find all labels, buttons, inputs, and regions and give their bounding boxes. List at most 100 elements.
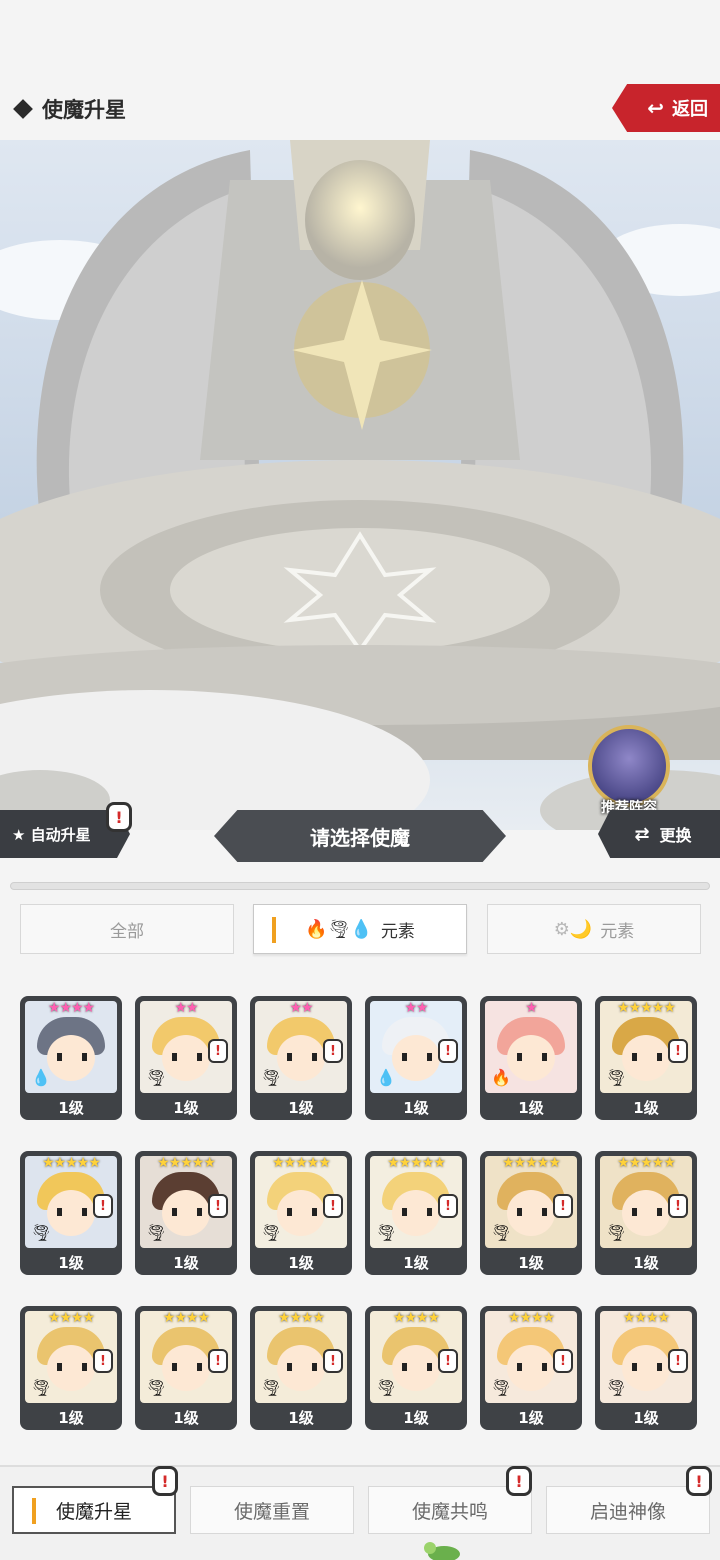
portrait-eyes — [517, 1363, 547, 1371]
level-label: 1级 — [173, 1254, 199, 1272]
familiar-card[interactable]: ★★★★★ 🌪! 1级 — [365, 1151, 467, 1275]
portrait-eyes — [632, 1208, 662, 1216]
alert-badge: ! — [208, 1039, 228, 1063]
star-rating: ★★★★ — [392, 1311, 440, 1326]
level-label: 1级 — [633, 1099, 659, 1117]
familiar-portrait: ★★★★ 🌪! — [140, 1311, 232, 1403]
portrait-eyes — [57, 1208, 87, 1216]
familiar-portrait: ★★★★★ 🌪! — [25, 1156, 117, 1248]
portrait-eyes — [172, 1208, 202, 1216]
alert-badge: ! — [438, 1039, 458, 1063]
element-icon: 🌪 — [491, 1378, 512, 1397]
familiar-card[interactable]: ★★★★ 🌪! 1级 — [135, 1306, 237, 1430]
familiar-card[interactable]: ★★★★ 🌪! 1级 — [480, 1306, 582, 1430]
statue-scene: 推荐阵容 — [0, 140, 720, 830]
familiar-card[interactable]: ★★★★★ 🌪! 1级 — [135, 1151, 237, 1275]
star-rating: ★★★★★ — [617, 1156, 676, 1171]
familiar-card[interactable]: ★★★★ 🌪! 1级 — [365, 1306, 467, 1430]
familiar-card[interactable]: ★★★★ 🌪! 1级 — [20, 1306, 122, 1430]
star-rating: ★★★★★ — [617, 1001, 676, 1016]
familiar-portrait: ★★★★ 🌪! — [600, 1311, 692, 1403]
level-label: 1级 — [288, 1409, 314, 1427]
familiar-portrait: ★★★★ 🌪! — [485, 1311, 577, 1403]
filter-element-secondary[interactable]: ⚙🌙 元素 — [487, 904, 701, 954]
familiar-portrait: ★★★★★ 🌪! — [600, 1156, 692, 1248]
element-icon: 🌪 — [261, 1068, 282, 1087]
swap-label: 更换 — [659, 826, 692, 845]
alert-badge: ! — [668, 1039, 688, 1063]
element-icon: 🌪 — [261, 1378, 282, 1397]
familiar-card[interactable]: ★★★★ 🌪! 1级 — [250, 1306, 352, 1430]
alert-badge: ! — [323, 1039, 343, 1063]
familiar-portrait: ★ 🔥 — [485, 1001, 577, 1093]
alert-badge: ! — [668, 1194, 688, 1218]
star-rating: ★★★★★ — [157, 1156, 216, 1171]
filter-element-primary[interactable]: 🔥🌪💧 元素 — [253, 904, 467, 954]
element-icon: 🌪 — [606, 1068, 627, 1087]
alert-badge: ! — [93, 1194, 113, 1218]
portrait-eyes — [402, 1208, 432, 1216]
level-label: 1级 — [518, 1099, 544, 1117]
team-silhouette-icon — [588, 725, 670, 807]
filter-all-label: 全部 — [110, 921, 144, 942]
familiar-portrait: ★★★★★ 🌪! — [255, 1156, 347, 1248]
element-icon: 🌪 — [376, 1223, 397, 1242]
familiar-card[interactable]: ★★★★★ 🌪! 1级 — [20, 1151, 122, 1275]
element-icon: 🌪 — [31, 1223, 52, 1242]
alert-badge: ! — [438, 1349, 458, 1373]
filter-all[interactable]: 全部 — [20, 904, 234, 954]
alert-badge: ! — [553, 1349, 573, 1373]
alert-badge: ! — [323, 1349, 343, 1373]
portrait-eyes — [57, 1053, 87, 1061]
back-button[interactable]: ↩ 返回 — [612, 84, 720, 132]
star-rating: ★★★★ — [507, 1311, 555, 1326]
portrait-eyes — [287, 1363, 317, 1371]
active-indicator — [32, 1498, 36, 1524]
portrait-eyes — [517, 1053, 547, 1061]
level-label: 1级 — [58, 1099, 84, 1117]
tab-familiar-reset[interactable]: 使魔重置 — [190, 1486, 354, 1534]
return-arrow-icon: ↩ — [647, 96, 664, 120]
level-label: 1级 — [518, 1254, 544, 1272]
filter-element-primary-label: 元素 — [380, 921, 415, 942]
alert-badge: ! — [438, 1194, 458, 1218]
familiar-card[interactable]: ★★★★★ 🌪! 1级 — [250, 1151, 352, 1275]
familiar-portrait: ★★★★ 💧 — [25, 1001, 117, 1093]
familiar-card[interactable]: ★★★★ 💧 1级 — [20, 996, 122, 1120]
familiar-card[interactable]: ★ 🔥 1级 — [480, 996, 582, 1120]
select-familiar-banner: 请选择使魔 — [214, 810, 506, 862]
familiar-portrait: ★★★★ 🌪! — [255, 1311, 347, 1403]
tab-familiar-star-up[interactable]: 使魔升星 — [12, 1486, 176, 1534]
familiar-card[interactable]: ★★★★ 🌪! 1级 — [595, 1306, 697, 1430]
element-icon: 🌪 — [376, 1378, 397, 1397]
star-rating: ★ — [525, 1001, 538, 1016]
element-icon: 🌪 — [146, 1068, 167, 1087]
familiar-card[interactable]: ★★ 🌪! 1级 — [135, 996, 237, 1120]
screen: 使魔升星 ↩ 返回 推荐阵容 ★ 自动升星 ! 请选择使魔 ⇄ 更换 全部 🔥🌪… — [0, 0, 720, 1560]
star-rating: ★★★★ — [162, 1311, 210, 1326]
level-label: 1级 — [288, 1254, 314, 1272]
familiar-portrait: ★★ 💧! — [370, 1001, 462, 1093]
familiar-card[interactable]: ★★★★★ 🌪! 1级 — [480, 1151, 582, 1275]
familiar-card[interactable]: ★★★★★ 🌪! 1级 — [595, 996, 697, 1120]
alert-badge: ! — [208, 1194, 228, 1218]
tab-enlighten-statue[interactable]: 启迪神像 — [546, 1486, 710, 1534]
element-icon: 🌪 — [146, 1223, 167, 1242]
swap-arrows-icon: ⇄ — [634, 823, 650, 845]
recommend-lineup-button[interactable]: 推荐阵容 — [584, 725, 674, 817]
familiar-card[interactable]: ★★ 🌪! 1级 — [250, 996, 352, 1120]
star-rating: ★★★★★ — [502, 1156, 561, 1171]
familiar-portrait: ★★★★★ 🌪! — [600, 1001, 692, 1093]
alert-badge: ! — [553, 1194, 573, 1218]
element-icon: 🌪 — [261, 1223, 282, 1242]
familiar-card[interactable]: ★★★★★ 🌪! 1级 — [595, 1151, 697, 1275]
turtle-mascot-icon — [424, 1542, 460, 1560]
star-rating: ★★★★ — [47, 1001, 95, 1016]
level-label: 1级 — [633, 1254, 659, 1272]
familiar-card[interactable]: ★★ 💧! 1级 — [365, 996, 467, 1120]
alert-badge: ! — [152, 1466, 178, 1496]
star-rating: ★★ — [174, 1001, 198, 1016]
level-label: 1级 — [58, 1254, 84, 1272]
star-rating: ★★★★ — [277, 1311, 325, 1326]
swap-button[interactable]: ⇄ 更换 — [598, 810, 720, 858]
